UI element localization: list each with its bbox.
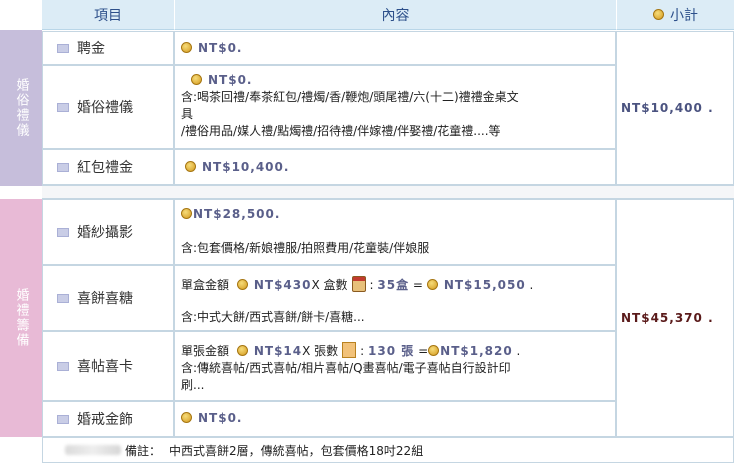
coin-icon [428, 345, 440, 356]
colon: : [360, 344, 369, 358]
row-item-photo: 婚紗攝影 [42, 199, 174, 265]
group-label-ceremony: 婚俗禮儀 [0, 30, 42, 186]
end-mark: . [516, 344, 521, 358]
group-subtotal-ceremony: NT$10,400 . [616, 31, 734, 185]
item-label: 婚戒金飾 [77, 412, 133, 428]
coin-icon [653, 9, 664, 20]
note-label: 備註： [125, 443, 162, 458]
row-content-photo: NT$28,500. 含:包套價格/新娘禮服/拍照費用/花童裝/伴娘服 [174, 199, 616, 265]
end-mark: . [529, 278, 534, 292]
total-value: NT$1,820 [440, 344, 513, 358]
description-line: 含:傳統喜帖/西式喜帖/相片喜帖/Q畫喜帖/電子喜帖自行設計印 [181, 361, 511, 375]
description-line: 含:喝茶回禮/奉茶紅包/禮燭/香/鞭炮/頭尾禮/六(十二)禮禮金桌文 [181, 90, 519, 104]
bullet-icon [57, 227, 69, 237]
bullet-icon [57, 414, 69, 424]
group-separator [42, 185, 734, 199]
coin-icon [236, 279, 248, 290]
description-line: /禮俗用品/媒人禮/點燭禮/招待禮/伴嫁禮/伴娶禮/花童禮....等 [181, 124, 501, 138]
row-content-rings: NT$0. [174, 401, 616, 437]
bullet-icon [57, 43, 69, 53]
group-label-preparation: 婚禮籌備 [0, 199, 42, 437]
calc-label: 單張金額 [181, 344, 230, 358]
amount-value: NT$0. [198, 41, 243, 55]
footer-note: 備註： 中西式喜餅2層，傳統喜帖，包套價格18吋22組 [42, 437, 734, 463]
blurred-text [65, 445, 121, 455]
description-line: 刷... [181, 378, 205, 392]
coin-icon [236, 345, 248, 356]
unit-price-value: NT$430 [253, 278, 312, 292]
qty-label: X 盒數 [311, 278, 348, 292]
bullet-icon [57, 361, 69, 371]
coin-icon [185, 161, 196, 172]
equals-sign: = [418, 344, 429, 358]
description-line: 含:中式大餅/西式喜餅/餅卡/喜糖... [181, 310, 365, 324]
header-item-label: 項目 [94, 7, 122, 24]
row-item-rings: 婚戒金飾 [42, 401, 174, 437]
row-content-customs: NT$0. 含:喝茶回禮/奉茶紅包/禮燭/香/鞭炮/頭尾禮/六(十二)禮禮金桌文… [174, 65, 616, 149]
header-subtotal-label: 小計 [670, 7, 698, 24]
amount-value: NT$28,500. [193, 207, 281, 221]
qty-value: 35盒 [377, 278, 410, 292]
item-label: 紅包禮金 [77, 160, 133, 176]
coin-icon [181, 208, 192, 219]
header-content: 內容 [174, 0, 616, 30]
item-label: 聘金 [77, 41, 105, 57]
qty-label: X 張數 [302, 344, 339, 358]
equals-sign: = [412, 278, 423, 292]
cake-box-icon [351, 276, 366, 292]
row-item-invitations: 喜帖喜卡 [42, 331, 174, 401]
qty-value: 130 張 [368, 344, 415, 358]
amount-value: NT$0. [198, 411, 243, 425]
row-item-betrothal: 聘金 [42, 31, 174, 65]
header-subtotal: 小計 [616, 0, 734, 30]
item-label: 喜餅喜糖 [77, 291, 133, 307]
row-content-red-envelope: NT$10,400. [174, 149, 616, 185]
row-item-red-envelope: 紅包禮金 [42, 149, 174, 185]
coin-icon [426, 279, 438, 290]
coin-icon [181, 42, 192, 53]
note-text: 中西式喜餅2層，傳統喜帖，包套價格18吋22組 [169, 443, 424, 458]
header-content-label: 內容 [381, 7, 410, 24]
row-content-betrothal: NT$0. [174, 31, 616, 65]
calc-label: 單盒金額 [181, 278, 230, 292]
amount-value: NT$0. [208, 73, 253, 87]
row-content-invitations: 單張金額 NT$14X 張數: 130 張 = NT$1,820 . 含:傳統喜帖… [174, 331, 616, 401]
group-subtotal-preparation: NT$45,370 . [616, 199, 734, 437]
total-value: NT$15,050 [443, 278, 526, 292]
row-content-cakes: 單盒金額 NT$430X 盒數: 35盒 = NT$15,050 . 含:中式大… [174, 265, 616, 331]
coin-icon [181, 412, 192, 423]
item-label: 婚俗禮儀 [77, 100, 133, 116]
bullet-icon [57, 162, 69, 172]
bullet-icon [57, 102, 69, 112]
description-line: 含:包套價格/新娘禮服/拍照費用/花童裝/伴娘服 [181, 241, 430, 255]
item-label: 喜帖喜卡 [77, 359, 133, 375]
row-item-cakes: 喜餅喜糖 [42, 265, 174, 331]
bullet-icon [57, 293, 69, 303]
amount-value: NT$10,400. [202, 160, 290, 174]
unit-price-value: NT$14 [253, 344, 303, 358]
row-item-customs: 婚俗禮儀 [42, 65, 174, 149]
invitation-card-icon [342, 342, 357, 358]
coin-icon [191, 74, 202, 85]
description-line: 具 [181, 107, 194, 121]
item-label: 婚紗攝影 [77, 225, 133, 241]
header-item: 項目 [42, 0, 174, 30]
